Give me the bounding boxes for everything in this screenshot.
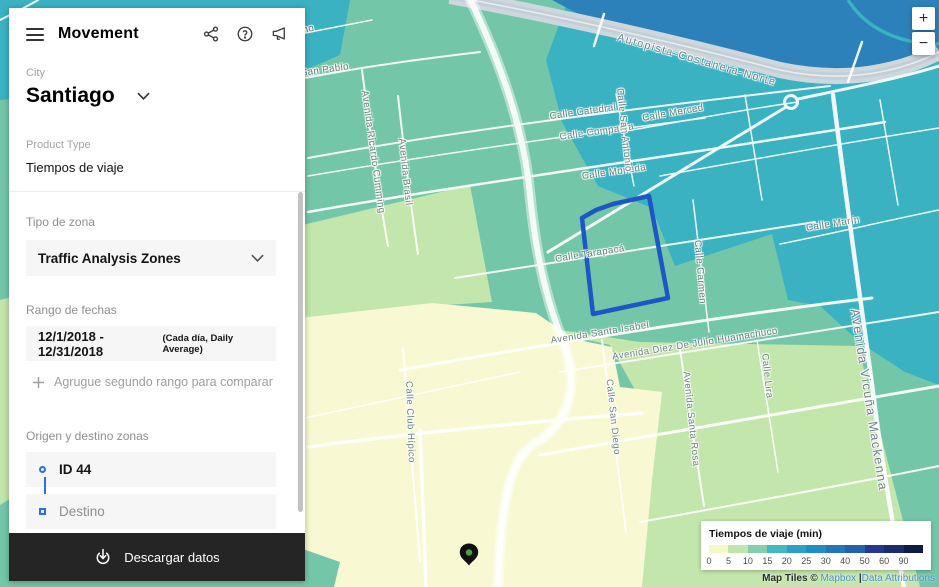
mapbox-link[interactable]: Mapbox <box>820 573 856 584</box>
destination-icon <box>39 508 46 515</box>
zone-type-dropdown[interactable]: Traffic Analysis Zones <box>26 240 276 276</box>
chevron-down-icon <box>251 254 264 262</box>
legend-color-step <box>865 545 884 553</box>
legend-color-step <box>748 545 767 553</box>
legend-tick: 5 <box>726 556 731 566</box>
legend-tick: 20 <box>782 556 792 566</box>
origin-zone-field[interactable]: ID 44 <box>26 452 276 487</box>
zoom-out-button[interactable]: − <box>912 32 935 55</box>
legend-tick: 15 <box>762 556 772 566</box>
legend-tick: 25 <box>801 556 811 566</box>
date-range-value: 12/1/2018 - 12/31/2018 <box>38 329 158 359</box>
legend-tick: 30 <box>821 556 831 566</box>
product-type-label: Product Type <box>26 139 91 151</box>
date-range-label: Rango de fechas <box>26 303 117 317</box>
legend-color-step <box>767 545 786 553</box>
legend-color-step <box>884 545 903 553</box>
legend-tick: 50 <box>860 556 870 566</box>
legend-tick: 10 <box>743 556 753 566</box>
legend-ticks: 0 5 10 15 20 25 30 40 50 60 90 <box>709 556 923 568</box>
map-attribution: Map Tiles © Mapbox |Data Attributions <box>762 573 935 584</box>
destination-placeholder: Destino <box>59 504 105 519</box>
download-label: Descargar datos <box>124 550 219 565</box>
legend-color-scale <box>709 545 923 553</box>
legend-color-step <box>787 545 806 553</box>
legend-color-step <box>806 545 825 553</box>
app-title: Movement <box>58 25 139 43</box>
date-range-detail: (Cada día, Daily Average) <box>162 333 264 355</box>
city-value: Santiago <box>26 84 115 108</box>
chevron-down-icon <box>137 92 150 100</box>
legend-tick: 40 <box>840 556 850 566</box>
share-icon[interactable] <box>202 25 220 43</box>
zone-type-value: Traffic Analysis Zones <box>38 251 181 266</box>
product-type-value[interactable]: Tiempos de viaje <box>26 160 124 175</box>
sidebar: Movement City Santiago Product Type Tiem… <box>9 8 305 581</box>
date-range-field[interactable]: 12/1/2018 - 12/31/2018 (Cada día, Daily … <box>26 326 276 361</box>
divider <box>9 191 305 192</box>
origin-destination-label: Origen y destino zonas <box>26 429 149 443</box>
legend-color-step <box>845 545 864 553</box>
announcements-icon[interactable] <box>270 25 288 43</box>
legend-tick: 90 <box>899 556 909 566</box>
attribution-prefix: Map Tiles © <box>762 573 820 584</box>
add-second-range-label: Agrugue segundo rango para comparar <box>54 375 273 389</box>
city-label: City <box>26 67 45 79</box>
legend-title: Tiempos de viaje (min) <box>709 528 923 540</box>
origin-value: ID 44 <box>59 462 91 477</box>
destination-zone-field[interactable]: Destino <box>26 494 276 529</box>
legend-color-step <box>709 545 728 553</box>
legend-tick: 60 <box>879 556 889 566</box>
data-attributions-link[interactable]: Data Attributions <box>862 573 935 584</box>
city-selector[interactable]: Santiago <box>26 84 150 108</box>
legend-color-step <box>728 545 747 553</box>
add-second-range-button[interactable]: Agrugue segundo rango para comparar <box>33 375 273 389</box>
help-icon[interactable] <box>236 25 254 43</box>
legend-color-step <box>826 545 845 553</box>
legend-card: Tiempos de viaje (min) 0 5 10 15 20 25 30 40 50 6… <box>701 521 931 570</box>
zone-type-label: Tipo de zona <box>26 215 95 229</box>
legend-tick: 0 <box>706 556 711 566</box>
sidebar-scrollbar[interactable] <box>298 192 303 512</box>
download-data-button[interactable]: Descargar datos <box>9 533 305 581</box>
legend-color-step <box>904 545 923 553</box>
zoom-in-button[interactable]: + <box>912 7 935 30</box>
menu-button[interactable] <box>26 28 44 41</box>
map-zoom-controls: + − <box>912 7 935 55</box>
origin-icon <box>39 466 46 473</box>
plus-icon <box>33 377 44 388</box>
download-icon <box>94 548 112 566</box>
